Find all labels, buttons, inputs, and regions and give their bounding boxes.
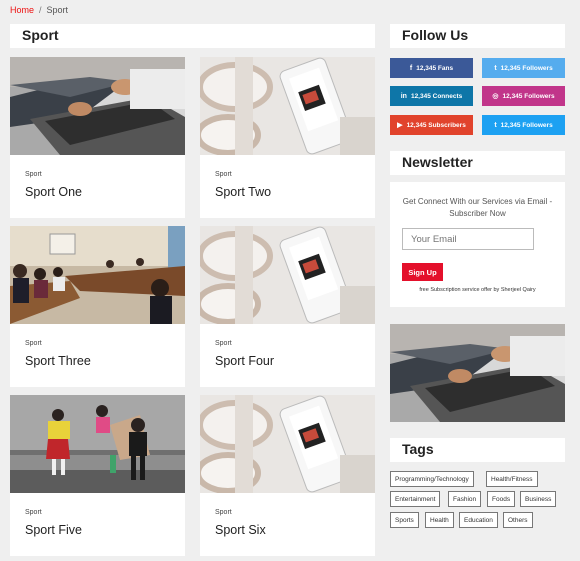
newsletter-text: Get Connect With our Services via Email … <box>402 197 553 218</box>
facebook-button[interactable]: f 12,345 Fans <box>390 58 473 78</box>
twitter-icon: t <box>494 64 497 72</box>
follow-us-heading: Follow Us <box>390 24 565 48</box>
sidebar-image-laptop-hands[interactable] <box>390 324 565 422</box>
social-count: 12,345 Connects <box>410 92 463 100</box>
tag-health[interactable]: Health <box>425 512 454 528</box>
tag-fashion[interactable]: Fashion <box>448 491 482 507</box>
post-image-conference-room[interactable] <box>10 226 185 324</box>
tag-sports[interactable]: Sports <box>390 512 419 528</box>
post-image-headphones-phone[interactable] <box>200 57 375 155</box>
social-count: 12,345 Followers <box>500 121 553 129</box>
post-image-headphones-phone[interactable] <box>200 395 375 493</box>
social-count: 12,345 Followers <box>500 64 553 72</box>
instagram-button[interactable]: ◎ 12,345 Followers <box>482 86 565 106</box>
post-category[interactable]: Sport <box>215 340 232 347</box>
post-category[interactable]: Sport <box>215 171 232 178</box>
post-card[interactable]: Sport Sport Six <box>200 395 375 556</box>
post-image-headphones-phone[interactable] <box>200 226 375 324</box>
email-field[interactable] <box>402 228 534 250</box>
social-count: 12,345 Followers <box>502 92 555 100</box>
post-card[interactable]: Sport Sport Two <box>200 57 375 218</box>
social-count: 12,345 Subscribers <box>406 121 466 129</box>
instagram-icon: ◎ <box>492 93 499 100</box>
youtube-button[interactable]: ▶ 12,345 Subscribers <box>390 115 473 135</box>
post-category[interactable]: Sport <box>215 509 232 516</box>
post-title[interactable]: Sport Two <box>215 185 271 199</box>
post-card[interactable]: Sport Sport Three <box>10 226 185 387</box>
newsletter-box: Get Connect With our Services via Email … <box>390 182 565 307</box>
page-title: Sport <box>10 24 375 48</box>
breadcrumb: Home / Sport <box>10 5 68 15</box>
post-category[interactable]: Sport <box>25 171 42 178</box>
sign-up-button[interactable]: Sign Up <box>402 263 443 281</box>
post-title[interactable]: Sport One <box>25 185 82 199</box>
tag-education[interactable]: Education <box>459 512 498 528</box>
tag-business[interactable]: Business <box>520 491 557 507</box>
twitter-icon: t <box>494 121 497 129</box>
facebook-icon: f <box>409 64 413 72</box>
breadcrumb-current: Sport <box>46 5 69 15</box>
tag-programming-technology[interactable]: Programming/Technology <box>390 471 474 487</box>
breadcrumb-separator: / <box>39 5 42 15</box>
newsletter-note: free Subscription service offer by Sherj… <box>419 287 536 293</box>
youtube-icon: ▶ <box>397 122 403 129</box>
post-image-kids-street[interactable] <box>10 395 185 493</box>
post-card[interactable]: Sport Sport Four <box>200 226 375 387</box>
social-count: 12,345 Fans <box>416 64 454 72</box>
tags-heading: Tags <box>390 438 565 462</box>
post-category[interactable]: Sport <box>25 509 42 516</box>
tag-foods[interactable]: Foods <box>487 491 516 507</box>
post-title[interactable]: Sport Five <box>25 523 82 537</box>
linkedin-button[interactable]: in 12,345 Connects <box>390 86 473 106</box>
post-card[interactable]: Sport Sport One <box>10 57 185 218</box>
linkedin-icon: in <box>400 92 407 100</box>
post-title[interactable]: Sport Six <box>215 523 266 537</box>
post-card[interactable]: Sport Sport Five <box>10 395 185 556</box>
breadcrumb-home-link[interactable]: Home <box>10 5 34 15</box>
tag-entertainment[interactable]: Entertainment <box>390 491 441 507</box>
post-image-laptop-hands[interactable] <box>10 57 185 155</box>
tag-others[interactable]: Others <box>503 512 533 528</box>
twitter-button[interactable]: t 12,345 Followers <box>482 115 565 135</box>
twitter-button[interactable]: t 12,345 Followers <box>482 58 565 78</box>
newsletter-heading: Newsletter <box>390 151 565 175</box>
post-title[interactable]: Sport Three <box>25 354 91 368</box>
post-title[interactable]: Sport Four <box>215 354 274 368</box>
tag-health-fitness[interactable]: Health/Fitness <box>486 471 538 487</box>
post-category[interactable]: Sport <box>25 340 42 347</box>
